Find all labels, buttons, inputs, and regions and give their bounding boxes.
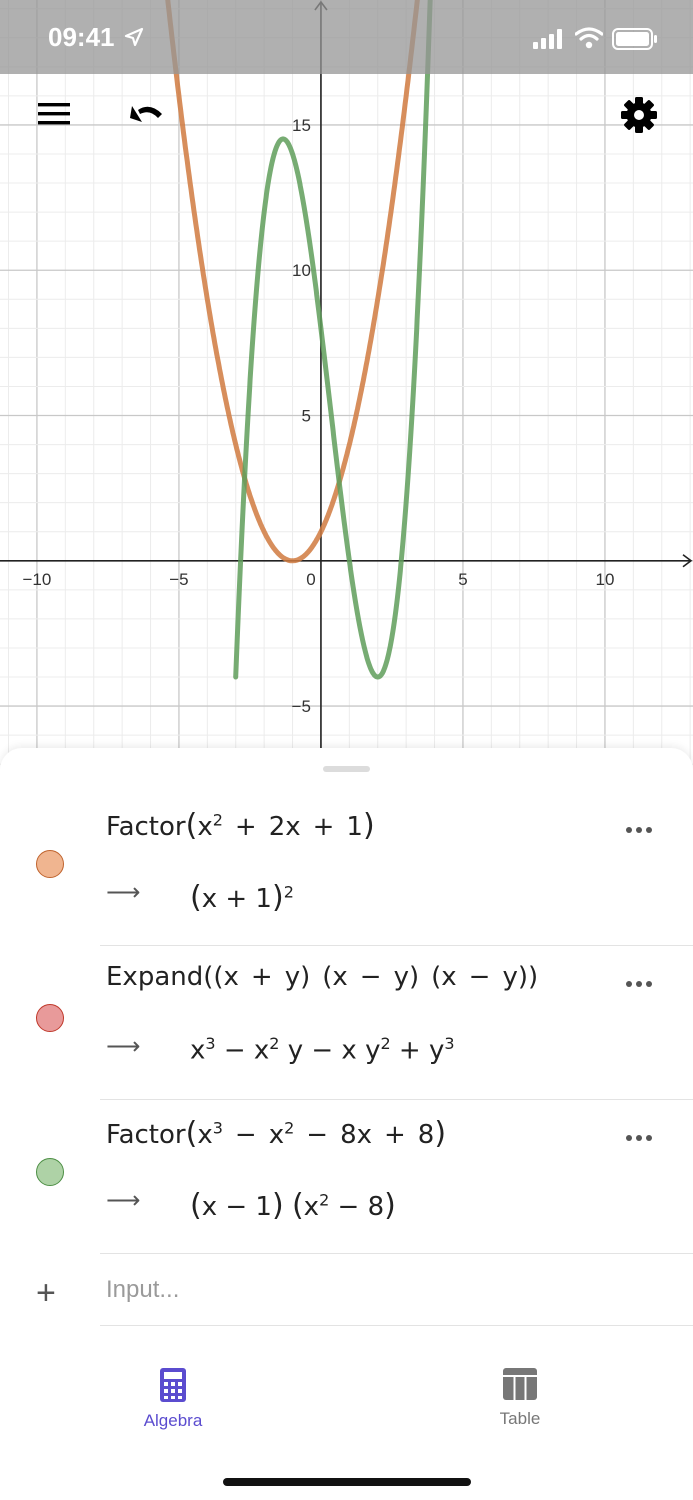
plus-icon[interactable]: + <box>36 1276 56 1310</box>
x-tick-label: 0 <box>306 570 315 589</box>
tab-label: Table <box>499 1409 541 1428</box>
divider <box>100 1325 693 1326</box>
more-options-button[interactable] <box>626 820 660 840</box>
calculator-icon <box>160 1368 186 1402</box>
x-tick-label: −10 <box>23 570 52 589</box>
cellular-signal-icon <box>533 29 562 49</box>
output-result: x3 − x2 y − x y2 + y3 <box>190 1034 455 1066</box>
output-arrow-icon: ⟶ <box>106 1186 141 1214</box>
y-tick-label: 10 <box>292 261 311 280</box>
input-expression[interactable]: Expand((x + y) (x − y) (x − y)) <box>106 962 538 992</box>
visibility-toggle[interactable] <box>36 1004 64 1032</box>
undo-button[interactable] <box>126 96 170 132</box>
undo-icon <box>130 106 162 122</box>
battery-icon <box>612 28 657 50</box>
algebra-row[interactable]: Factor(x3− x2−8x +8) ⟶ (x − 1) (x2 − 8) <box>0 1100 693 1254</box>
input-expression[interactable]: Factor(x2 +2x +1) <box>106 808 375 843</box>
tab-table[interactable]: Table <box>460 1368 580 1438</box>
wifi-icon <box>575 27 603 49</box>
hamburger-menu-icon <box>38 103 70 125</box>
x-tick-label: −5 <box>169 570 188 589</box>
gear-icon <box>621 97 657 133</box>
status-time: 09:41 <box>48 22 115 52</box>
graph-canvas[interactable]: −10 −5 0 5 10 −5 5 10 15 <box>0 0 693 770</box>
output-arrow-icon: ⟶ <box>106 878 141 906</box>
visibility-toggle[interactable] <box>36 1158 64 1186</box>
home-indicator <box>223 1478 471 1486</box>
status-bar: 09:41 <box>0 0 693 74</box>
tab-algebra[interactable]: Algebra <box>113 1368 233 1438</box>
output-result: (x − 1) (x2 − 8) <box>190 1188 396 1223</box>
input-bar[interactable] <box>106 1268 666 1312</box>
algebra-panel: Factor(x2 +2x +1) ⟶ (x + 1)2 Expand((x + y)(… <box>0 748 693 1358</box>
table-icon <box>503 1368 537 1400</box>
algebra-row[interactable]: Expand((x + y) (x − y) (x − y)) ⟶ x3 − x2 y − x … <box>0 946 693 1100</box>
x-tick-label: 5 <box>458 570 467 589</box>
settings-button[interactable] <box>618 94 660 136</box>
y-tick-label: −5 <box>292 697 311 716</box>
tab-label: Algebra <box>143 1411 203 1430</box>
more-options-button[interactable] <box>626 974 660 994</box>
y-tick-label: 15 <box>292 116 311 135</box>
drag-handle[interactable] <box>323 766 370 772</box>
location-arrow-icon <box>124 27 144 47</box>
output-result: (x + 1)2 <box>190 880 294 915</box>
algebra-row[interactable]: Factor(x2 +2x +1) ⟶ (x + 1)2 <box>0 792 693 946</box>
output-arrow-icon: ⟶ <box>106 1032 141 1060</box>
divider <box>100 1253 693 1254</box>
y-tick-label: 5 <box>301 407 310 426</box>
menu-button[interactable] <box>34 98 74 130</box>
x-tick-label: 10 <box>595 570 614 589</box>
tab-bar: Algebra Table <box>0 1350 693 1500</box>
visibility-toggle[interactable] <box>36 850 64 878</box>
input-expression[interactable]: Factor(x3− x2−8x +8) <box>106 1116 446 1151</box>
more-options-button[interactable] <box>626 1128 660 1148</box>
